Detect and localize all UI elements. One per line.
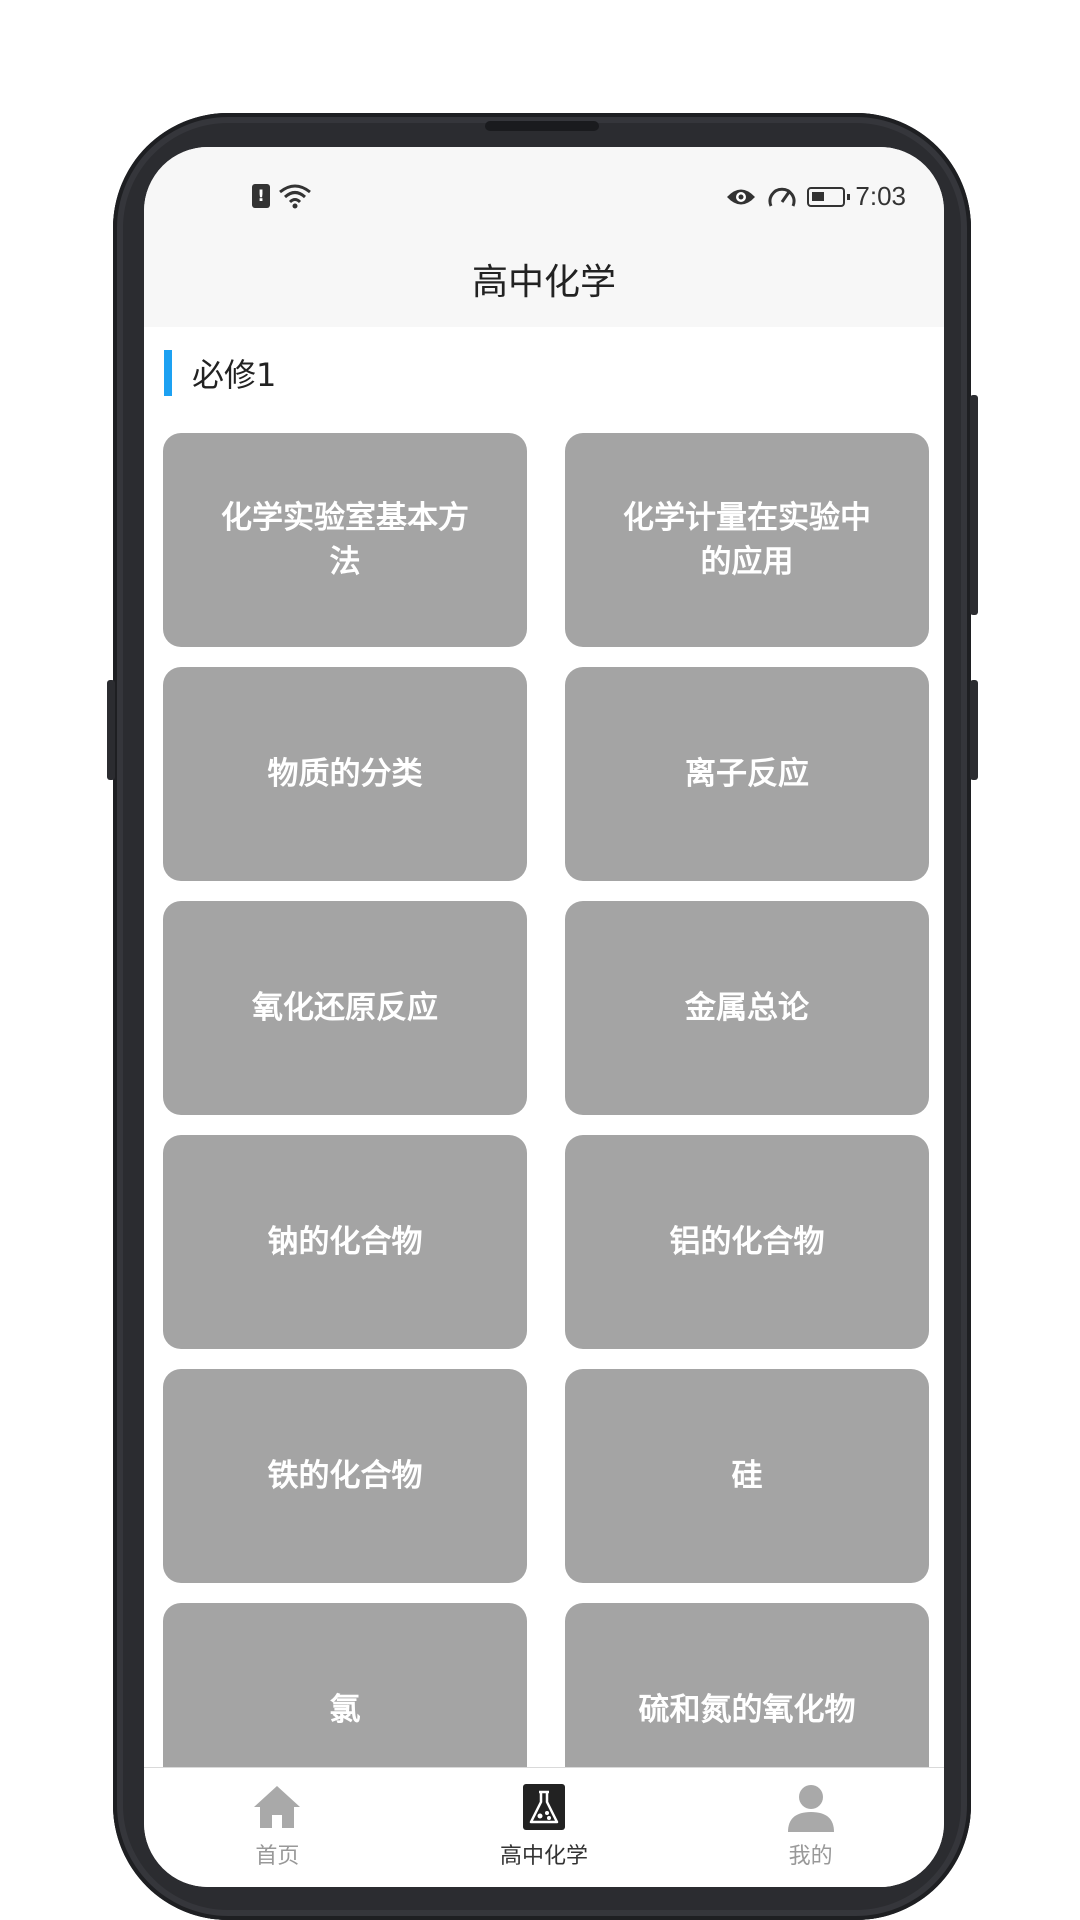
- user-icon: [787, 1785, 834, 1832]
- section-accent-bar: [164, 350, 172, 396]
- topic-card-ionic-reactions[interactable]: 离子反应: [565, 667, 929, 881]
- tab-profile[interactable]: 我的: [677, 1768, 944, 1887]
- flask-icon: [523, 1784, 565, 1830]
- topic-grid: 化学实验室基本方法 化学计量在实验中的应用 物质的分类 离子反应 氧化还原反应 …: [163, 433, 929, 1767]
- topic-card-chlorine[interactable]: 氯: [163, 1603, 527, 1767]
- topic-card-label: 金属总论: [685, 990, 809, 1026]
- section-title: 必修1: [192, 356, 277, 394]
- topic-card-label: 硫和氮的氧化物: [638, 1692, 856, 1728]
- side-button: [970, 395, 978, 615]
- wifi-icon: [279, 184, 311, 209]
- phone-screen: ! 7:03 高中化学 必修1 化学实验室基本方法 化学计量在实验中的应用 物质…: [144, 147, 944, 1887]
- tab-chemistry[interactable]: 高中化学: [411, 1768, 678, 1887]
- tab-label: 首页: [255, 1844, 300, 1869]
- topic-card-aluminum[interactable]: 铝的化合物: [565, 1135, 929, 1349]
- topic-card-label: 物质的分类: [267, 756, 423, 792]
- topic-card-iron[interactable]: 铁的化合物: [163, 1369, 527, 1583]
- section-header: 必修1: [164, 349, 276, 397]
- topic-card-label: 铁的化合物: [267, 1458, 423, 1494]
- topic-card-metals[interactable]: 金属总论: [565, 901, 929, 1115]
- topic-card-label: 氯: [329, 1692, 361, 1728]
- topic-card-label: 铝的化合物: [669, 1224, 825, 1260]
- battery-icon: [807, 186, 851, 207]
- topic-card-label: 化学计量在实验中的应用: [623, 500, 871, 580]
- topic-card-label: 硅: [731, 1458, 763, 1494]
- title-bar: 高中化学: [144, 247, 944, 327]
- phone-speaker: [485, 121, 599, 131]
- tab-label: 我的: [788, 1844, 833, 1869]
- clock: 7:03: [855, 181, 906, 211]
- sim-alert-icon: !: [252, 184, 270, 208]
- tab-home[interactable]: 首页: [144, 1768, 411, 1887]
- power-button: [970, 680, 978, 780]
- topic-card-lab-methods[interactable]: 化学实验室基本方法: [163, 433, 527, 647]
- page-title: 高中化学: [471, 262, 616, 303]
- topic-card-label: 氧化还原反应: [252, 990, 438, 1026]
- topic-card-sodium[interactable]: 钠的化合物: [163, 1135, 527, 1349]
- topic-card-stoichiometry[interactable]: 化学计量在实验中的应用: [565, 433, 929, 647]
- eye-icon: [727, 189, 756, 204]
- topic-card-label: 化学实验室基本方法: [221, 500, 469, 580]
- topic-card-classification[interactable]: 物质的分类: [163, 667, 527, 881]
- bottom-tab-bar: 首页 高中化学 我的: [144, 1767, 944, 1887]
- home-icon: [254, 1786, 301, 1828]
- topic-card-label: 离子反应: [685, 756, 809, 792]
- volume-button: [107, 680, 115, 780]
- topic-card-label: 钠的化合物: [267, 1224, 423, 1260]
- content-area[interactable]: 必修1 化学实验室基本方法 化学计量在实验中的应用 物质的分类 离子反应 氧化还…: [144, 327, 944, 1767]
- topic-card-sulfur-nitrogen[interactable]: 硫和氮的氧化物: [565, 1603, 929, 1767]
- topic-card-redox[interactable]: 氧化还原反应: [163, 901, 527, 1115]
- speedometer-icon: [768, 187, 796, 207]
- topic-card-silicon[interactable]: 硅: [565, 1369, 929, 1583]
- tab-label: 高中化学: [500, 1844, 589, 1869]
- status-bar: ! 7:03: [144, 147, 944, 247]
